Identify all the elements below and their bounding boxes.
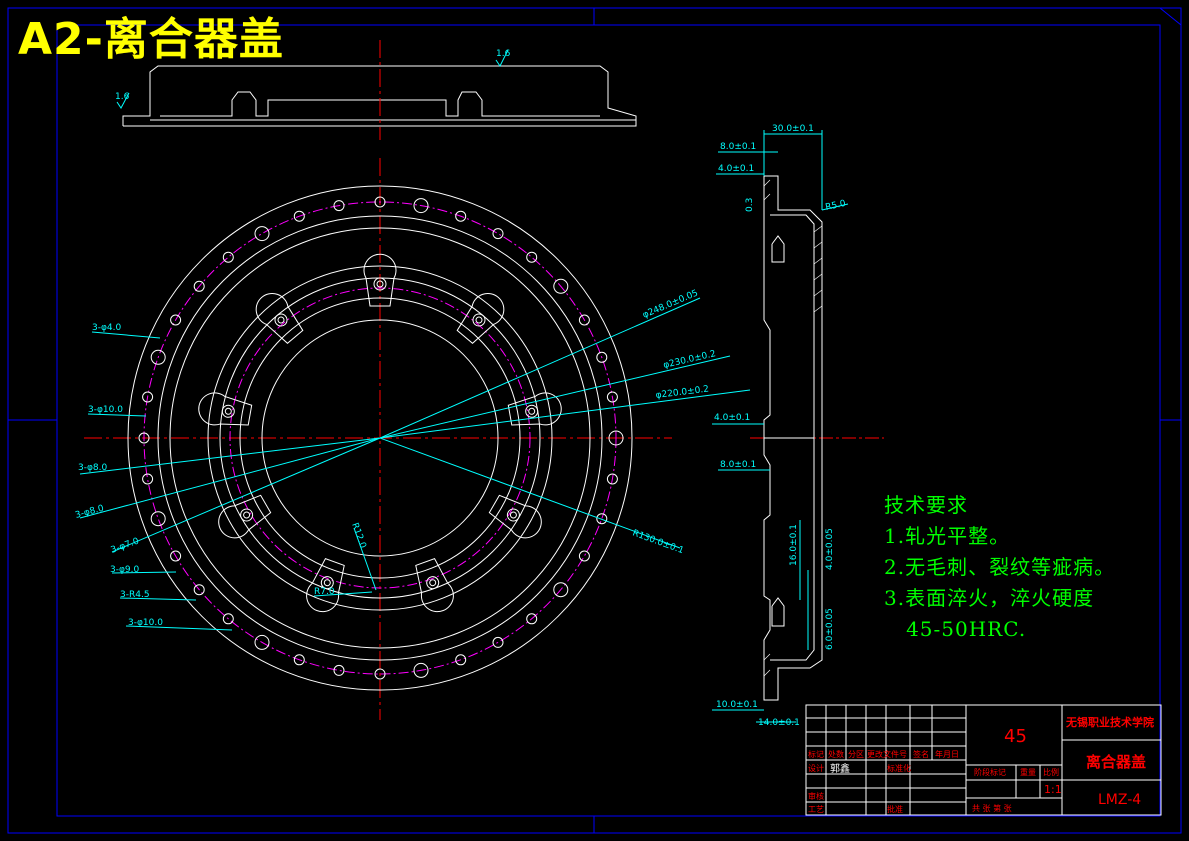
tech-item-4: 45-50HRC.	[884, 617, 1027, 641]
label-r130: R130.0±0.1	[631, 528, 685, 556]
hdr-mark: 标记	[808, 749, 824, 759]
ring-hole	[333, 664, 345, 676]
label-3-d7: 3-φ7.0	[110, 536, 141, 555]
label-sheets: 共 张 第 张	[972, 803, 1012, 813]
ring-hole	[596, 513, 608, 525]
spring-lug	[456, 293, 505, 344]
tech-heading: 技术要求	[884, 493, 968, 517]
label-design: 设计	[808, 763, 824, 773]
side-view-profile	[763, 175, 823, 701]
label-v6: 6.0±0.05	[825, 608, 835, 650]
drawing-sheet: 1.6 1.6 3-φ4.0 3-φ10.0 3-φ8.0 3-φ8.0 3-φ…	[7, 7, 1182, 834]
label-t03: 0.3	[745, 198, 755, 212]
spring-lug	[218, 494, 272, 539]
material-value: 45	[1004, 726, 1027, 747]
spring-lug	[198, 392, 253, 426]
designer-name: 郭鑫	[830, 762, 850, 775]
drawing-title: A2-离合器盖	[18, 14, 284, 65]
ring-hole	[492, 228, 504, 240]
label-3-d4: 3-φ4.0	[92, 323, 121, 333]
label-r12: R12.0	[349, 522, 367, 550]
hdr-count: 处数	[828, 749, 844, 759]
scale-value: 1:1	[1044, 783, 1062, 796]
technical-requirements: 技术要求 1.轧光平整。 2.无毛刺、裂纹等疵病。 3.表面淬火，淬火硬度 45…	[884, 490, 1115, 645]
tech-item-3: 3.表面淬火，淬火硬度	[884, 586, 1095, 610]
label-w4: 4.0±0.1	[718, 164, 754, 174]
hdr-change-doc: 更改文件号	[867, 749, 907, 759]
label-b10: 10.0±0.1	[716, 700, 758, 710]
drawing-number: LMZ-4	[1098, 792, 1141, 808]
label-dia-a: φ248.0±0.05	[641, 288, 699, 320]
side-view: 30.0±0.1 8.0±0.1 4.0±0.1 R5.0 0.3 4.0±0.…	[712, 124, 884, 728]
tech-item-2: 2.无毛刺、裂纹等疵病。	[884, 555, 1116, 579]
label-approve: 批准	[887, 804, 903, 814]
label-3-d10b: 3-φ10.0	[128, 618, 163, 628]
label-review: 审核	[808, 791, 824, 801]
spring-lug	[415, 557, 454, 613]
label-ratio: 比例	[1043, 767, 1059, 777]
ring-hole	[578, 550, 590, 562]
label-dia230: φ230.0±0.2	[662, 349, 716, 371]
label-r5: R5.0	[825, 199, 847, 213]
label-3-d9: 3-φ9.0	[110, 565, 139, 575]
ring-hole	[222, 251, 234, 263]
front-view-dimension-lines	[79, 297, 751, 631]
spring-lug	[488, 494, 542, 539]
label-m8: 8.0±0.1	[720, 460, 756, 470]
label-stage: 阶段标记	[974, 767, 1006, 777]
label-3-r45: 3-R4.5	[120, 590, 150, 600]
label-w8: 8.0±0.1	[720, 142, 756, 152]
spring-lug	[255, 293, 304, 344]
label-3-d8a: 3-φ8.0	[78, 463, 107, 473]
label-weight: 重量	[1020, 767, 1036, 777]
hdr-zone: 分区	[848, 750, 864, 759]
roughness-top-label: 1.6	[496, 49, 511, 59]
tech-item-1: 1.轧光平整。	[884, 524, 1011, 548]
label-3-d10a: 3-φ10.0	[88, 405, 123, 415]
label-w30: 30.0±0.1	[772, 124, 814, 134]
sheet-frame	[7, 7, 1182, 834]
ring-hole	[142, 473, 154, 485]
label-r7: R7.0	[314, 587, 335, 597]
label-v4: 4.0±0.05	[825, 528, 835, 570]
part-name: 离合器盖	[1086, 753, 1146, 771]
ring-hole	[526, 251, 538, 263]
hdr-sign: 签名	[913, 749, 929, 759]
label-process: 工艺	[808, 805, 824, 814]
side-view-hatch	[763, 179, 823, 677]
label-m4: 4.0±0.1	[714, 413, 750, 423]
hdr-date: 年月日	[935, 749, 959, 759]
label-3-d8b: 3-φ8.0	[74, 504, 105, 521]
ring-hole	[254, 226, 270, 242]
label-standard: 标准化	[887, 763, 911, 773]
ring-hole	[150, 511, 166, 527]
roughness-left-label: 1.6	[115, 92, 130, 102]
label-b14: 14.0±0.1	[758, 718, 800, 728]
label-v16: 16.0±0.1	[789, 524, 799, 566]
school-name: 无锡职业技术学院	[1065, 715, 1154, 729]
front-view	[79, 158, 751, 720]
